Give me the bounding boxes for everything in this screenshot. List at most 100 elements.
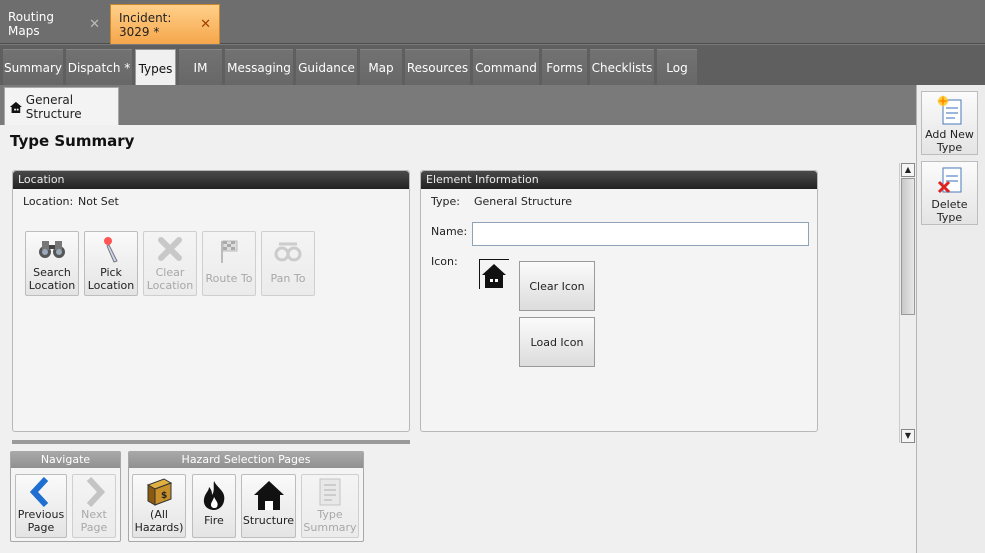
button-label: Delete bbox=[931, 198, 968, 211]
next-page-button[interactable]: Next Page bbox=[72, 474, 116, 538]
tab-label: Routing Maps bbox=[8, 10, 55, 38]
close-icon[interactable]: ✕ bbox=[89, 17, 100, 32]
tab-label: Incident: 3029 * bbox=[119, 10, 172, 39]
pan-icon bbox=[274, 242, 302, 262]
tab-im[interactable]: IM bbox=[179, 49, 222, 86]
delete-type-button[interactable]: Delete Type bbox=[921, 161, 978, 225]
delete-document-icon bbox=[937, 167, 961, 194]
button-label: Summary bbox=[303, 521, 357, 534]
tab-label: General Structure bbox=[25, 93, 82, 121]
document-icon bbox=[319, 478, 341, 505]
location-panel: Location Location: Not Set Search Locati… bbox=[12, 170, 410, 432]
document-tab-bar: Routing Maps ✕ Incident: 3029 * ✕ bbox=[0, 0, 985, 44]
section-tab-bar: Summary Dispatch * Types IM Messaging Gu… bbox=[0, 44, 985, 87]
close-icon[interactable]: ✕ bbox=[200, 17, 211, 32]
fire-button[interactable]: Fire bbox=[192, 474, 236, 538]
tab-guidance[interactable]: Guidance bbox=[296, 49, 357, 86]
tab-command[interactable]: Command bbox=[473, 49, 539, 86]
scroll-down-icon[interactable]: ▼ bbox=[901, 429, 915, 443]
button-label: Clear Icon bbox=[529, 279, 585, 293]
button-label: Load Icon bbox=[530, 335, 584, 349]
name-label: Name: bbox=[431, 225, 468, 238]
tab-messaging[interactable]: Messaging bbox=[225, 49, 293, 86]
button-label: Search bbox=[33, 266, 71, 279]
tab-forms[interactable]: Forms bbox=[542, 49, 587, 86]
type-value: General Structure bbox=[474, 195, 573, 208]
structure-button[interactable]: Structure bbox=[241, 474, 296, 538]
button-label: Previous bbox=[17, 508, 65, 521]
button-label: Type bbox=[936, 211, 963, 224]
location-label: Location: bbox=[23, 195, 74, 208]
house-icon bbox=[479, 259, 509, 289]
tab-log[interactable]: Log bbox=[657, 49, 697, 86]
tab-label: Guidance bbox=[298, 61, 355, 75]
button-label: Clear bbox=[155, 266, 185, 279]
tab-resources[interactable]: Resources bbox=[405, 49, 470, 86]
icon-label: Icon: bbox=[431, 255, 458, 268]
tab-incident[interactable]: Incident: 3029 * ✕ bbox=[110, 4, 220, 44]
group-header: Hazard Selection Pages bbox=[129, 452, 363, 468]
clear-location-button[interactable]: Clear Location bbox=[143, 231, 197, 296]
house-icon bbox=[9, 101, 22, 114]
tab-label: Command bbox=[475, 61, 537, 75]
button-label: Location bbox=[28, 279, 76, 292]
page-title: Type Summary bbox=[10, 132, 135, 150]
load-icon-button[interactable]: Load Icon bbox=[519, 317, 595, 367]
tab-label: Dispatch * bbox=[67, 61, 131, 75]
button-label: Structure bbox=[242, 514, 295, 527]
pan-to-button[interactable]: Pan To bbox=[261, 231, 315, 296]
tab-label: Checklists bbox=[591, 61, 653, 75]
name-input[interactable] bbox=[472, 222, 809, 246]
location-value: Not Set bbox=[78, 195, 119, 208]
add-new-type-button[interactable]: Add New Type bbox=[921, 91, 978, 155]
house-icon bbox=[253, 480, 284, 510]
hazard-selection-group: Hazard Selection Pages $ (All Hazards) F… bbox=[128, 451, 364, 542]
tab-map[interactable]: Map bbox=[360, 49, 402, 86]
tab-label: Log bbox=[666, 61, 688, 75]
tab-dispatch[interactable]: Dispatch * bbox=[66, 49, 132, 86]
button-label: Add New bbox=[925, 128, 974, 141]
scroll-thumb[interactable] bbox=[901, 178, 915, 315]
tab-label: IM bbox=[193, 61, 208, 75]
pick-location-button[interactable]: Pick Location bbox=[84, 231, 138, 296]
flag-icon bbox=[221, 240, 238, 263]
chevron-right-icon bbox=[86, 476, 105, 507]
button-label: (All bbox=[150, 508, 168, 521]
all-hazards-button[interactable]: $ (All Hazards) bbox=[132, 474, 186, 538]
search-location-button[interactable]: Search Location bbox=[25, 231, 79, 296]
chevron-left-icon bbox=[30, 476, 49, 507]
button-label: Location bbox=[87, 279, 135, 292]
svg-text:$: $ bbox=[161, 491, 167, 501]
panel-header: Element Information bbox=[421, 171, 817, 189]
binoculars-icon bbox=[39, 241, 65, 258]
tab-checklists[interactable]: Checklists bbox=[590, 49, 654, 86]
element-information-panel: Element Information Type: General Struct… bbox=[420, 170, 818, 432]
button-label: Location bbox=[146, 279, 194, 292]
vertical-scrollbar[interactable]: ▲ ▼ bbox=[899, 163, 916, 443]
clear-icon-button[interactable]: Clear Icon bbox=[519, 261, 595, 311]
tab-label: Forms bbox=[546, 61, 583, 75]
type-label: Type: bbox=[431, 195, 460, 208]
type-summary-button[interactable]: Type Summary bbox=[301, 474, 359, 538]
button-label: Page bbox=[27, 521, 55, 534]
button-label: Type bbox=[936, 141, 963, 154]
scroll-up-icon[interactable]: ▲ bbox=[901, 163, 915, 177]
route-to-button[interactable]: Route To bbox=[202, 231, 256, 296]
tab-label: Map bbox=[368, 61, 394, 75]
type-actions-sidebar: Add New Type Delete Type bbox=[916, 85, 985, 553]
navigate-group: Navigate Previous Page Next Page bbox=[10, 451, 121, 542]
button-label: Fire bbox=[204, 514, 224, 527]
button-label: Hazards) bbox=[134, 521, 184, 534]
type-tab-bar: General Structure bbox=[0, 85, 916, 126]
tab-summary[interactable]: Summary bbox=[3, 49, 63, 86]
clear-x-icon bbox=[158, 237, 182, 261]
tab-general-structure[interactable]: General Structure bbox=[4, 87, 119, 126]
tab-routing-maps[interactable]: Routing Maps ✕ bbox=[0, 4, 108, 44]
button-label: Page bbox=[80, 521, 108, 534]
tab-label: Types bbox=[138, 61, 173, 76]
tab-types[interactable]: Types bbox=[135, 49, 176, 87]
previous-page-button[interactable]: Previous Page bbox=[15, 474, 67, 538]
tab-label: Resources bbox=[406, 61, 469, 75]
divider bbox=[12, 440, 410, 444]
group-header: Navigate bbox=[11, 452, 120, 468]
